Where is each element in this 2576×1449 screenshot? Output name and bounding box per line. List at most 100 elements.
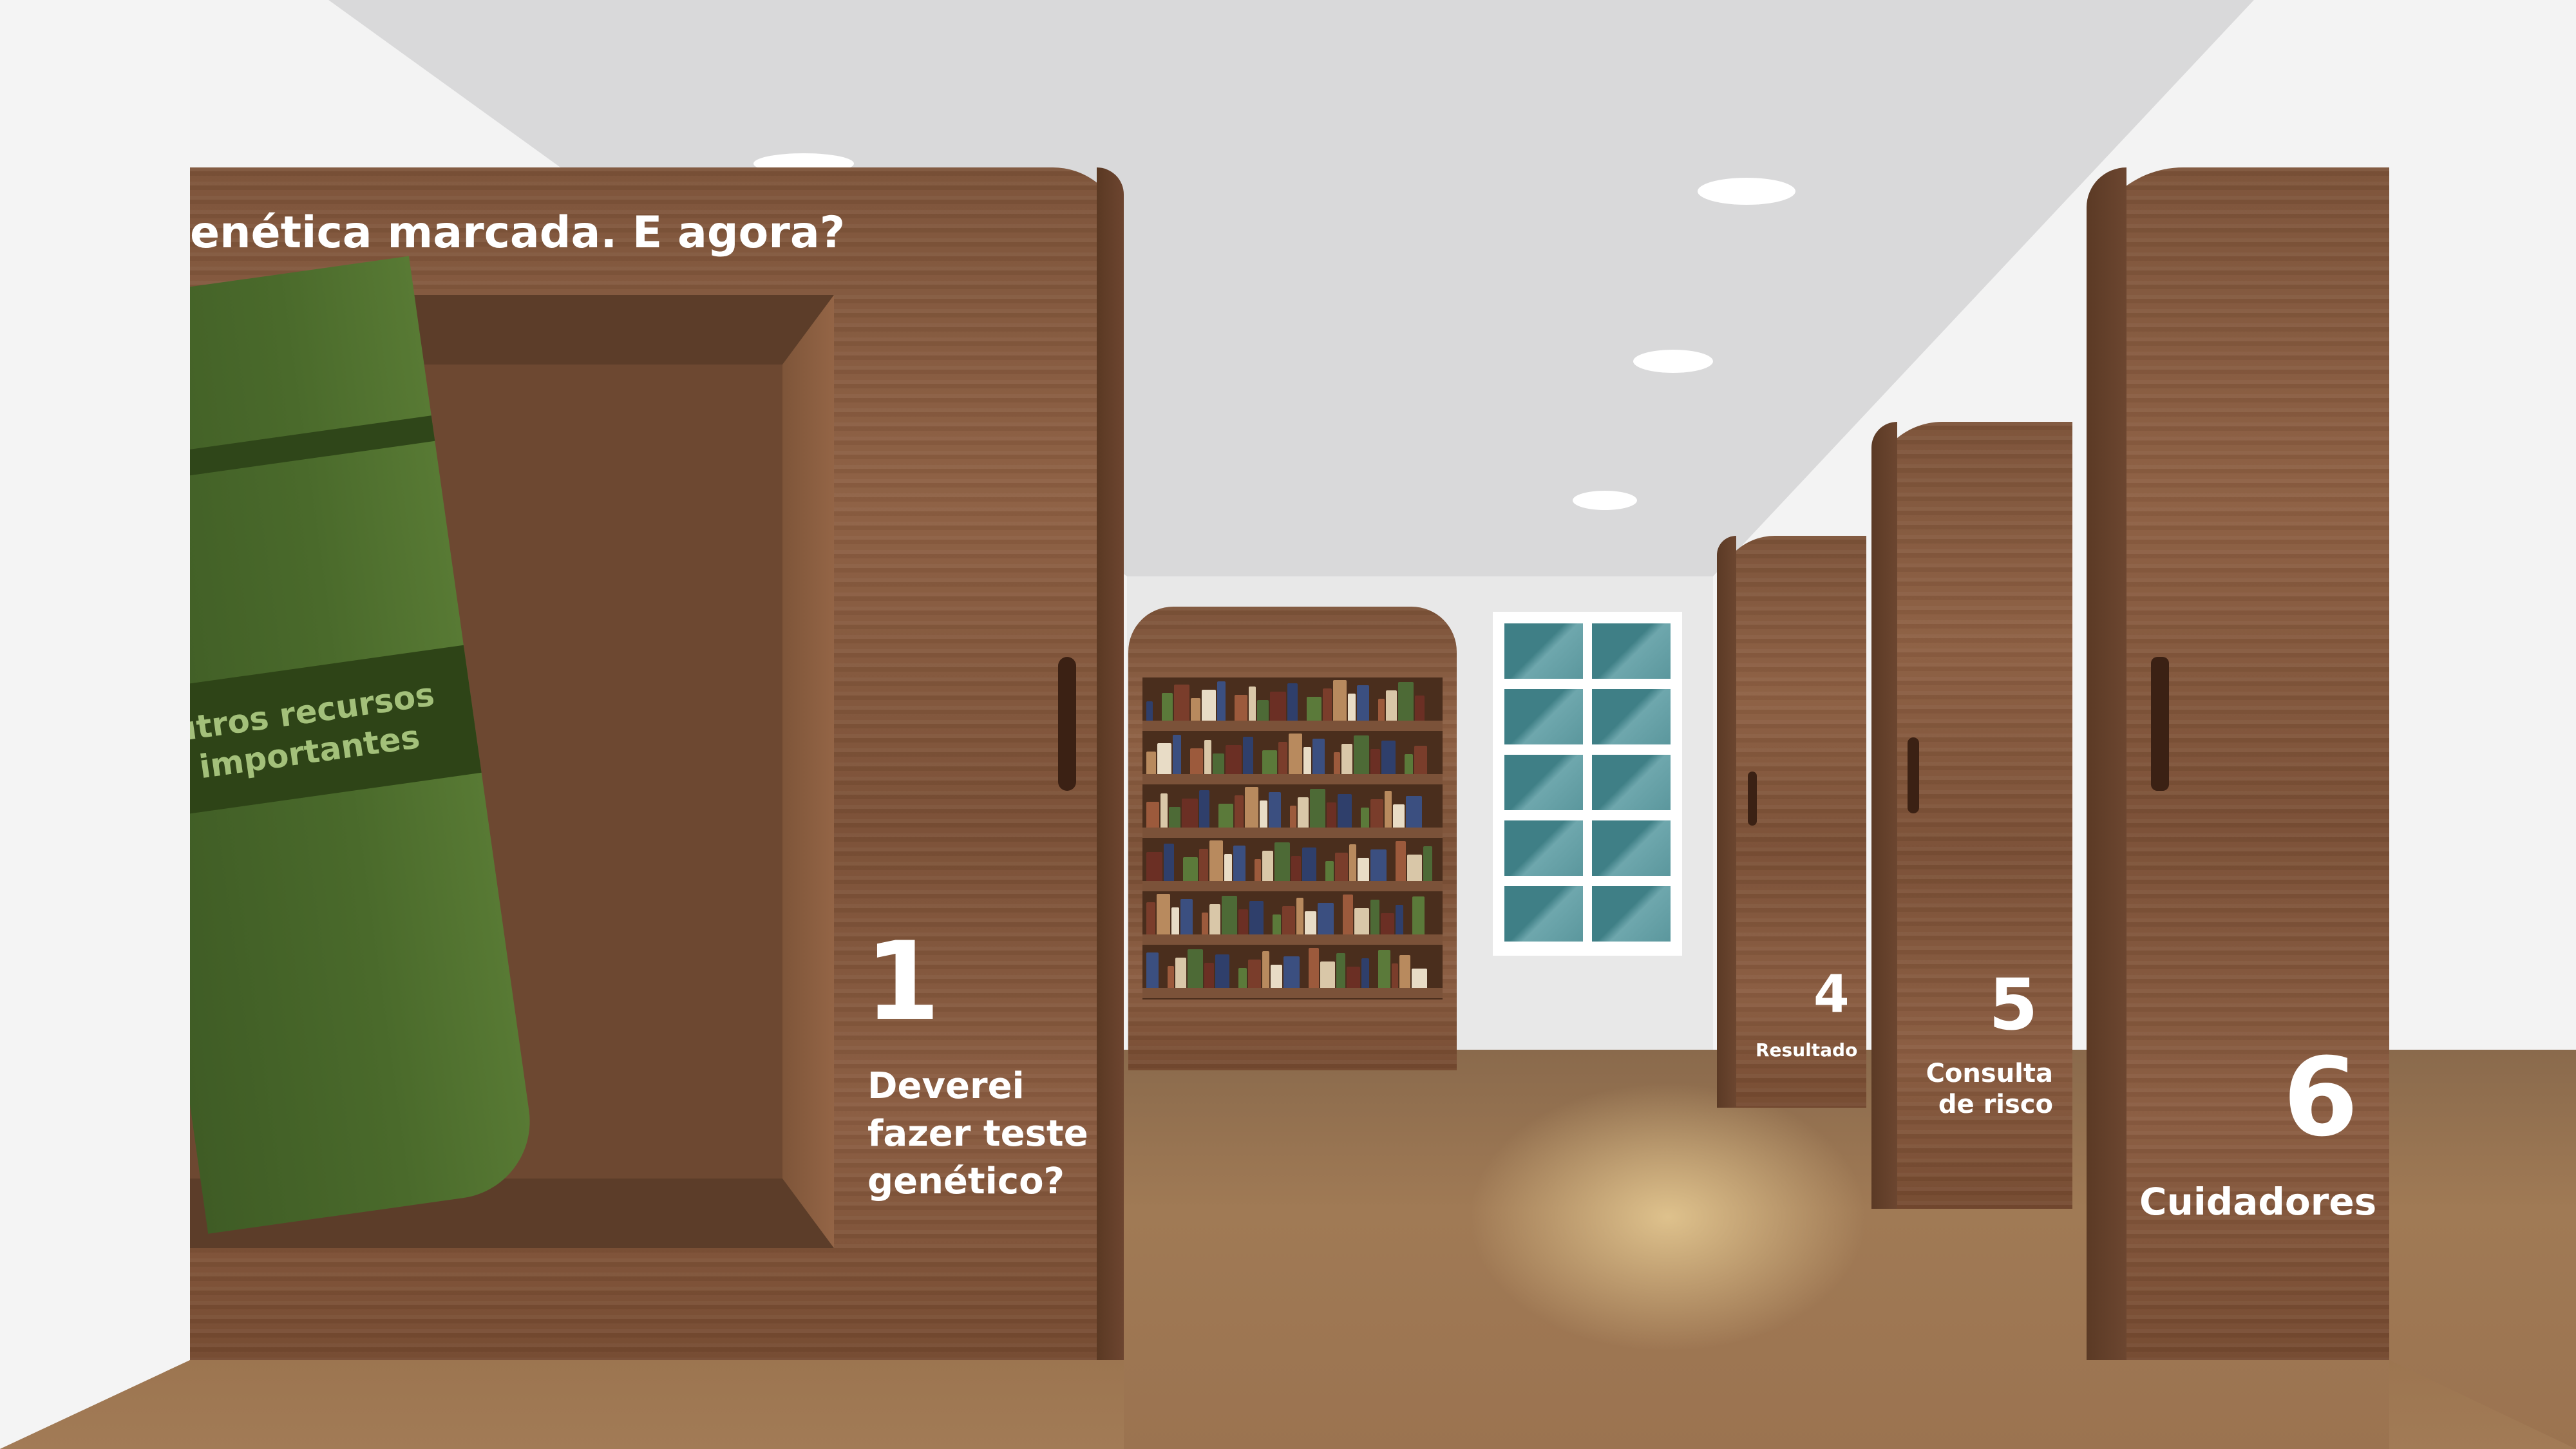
book (1146, 802, 1159, 828)
window-pane (1504, 820, 1583, 876)
book (1412, 896, 1425, 934)
book (1349, 844, 1356, 881)
window-pane (1592, 623, 1671, 679)
book (1406, 796, 1422, 828)
book (1226, 745, 1242, 774)
book (1274, 842, 1290, 881)
book (1392, 963, 1398, 988)
book (1405, 754, 1413, 774)
window-pane (1592, 755, 1671, 810)
book (1327, 802, 1336, 828)
door-handle (1748, 772, 1757, 826)
book (1381, 741, 1396, 774)
shelf-board (1142, 774, 1443, 784)
book (1175, 958, 1186, 988)
book (1312, 739, 1325, 774)
book (1348, 694, 1356, 721)
book (1318, 903, 1334, 934)
book (1249, 687, 1256, 721)
door-handle (2151, 657, 2169, 791)
book (1282, 906, 1295, 934)
book (1224, 854, 1232, 881)
book (1343, 895, 1353, 934)
book (1249, 901, 1264, 934)
book (1407, 855, 1422, 881)
book (1358, 858, 1369, 881)
door-5-number: 5 (1989, 963, 2038, 1046)
book (1146, 952, 1159, 988)
book (1291, 856, 1301, 881)
book (1325, 861, 1334, 881)
book (1283, 956, 1300, 988)
book (1162, 693, 1173, 721)
door-handle (1058, 657, 1076, 791)
book (1171, 907, 1179, 934)
book (1296, 898, 1303, 934)
book (1257, 700, 1269, 721)
book (1204, 740, 1211, 774)
book (1336, 953, 1345, 988)
window-pane (1592, 689, 1671, 744)
bookshelf-row (1142, 677, 1443, 731)
book (1202, 690, 1216, 721)
book (1334, 752, 1340, 774)
window-pane (1592, 820, 1671, 876)
book (1370, 749, 1380, 774)
book (1414, 746, 1427, 774)
book (1262, 851, 1273, 881)
bookshelf-row (1142, 891, 1443, 945)
book (1378, 699, 1385, 721)
book (1215, 954, 1229, 988)
shelf-board (1142, 934, 1443, 945)
book (1415, 696, 1425, 721)
book (1146, 701, 1153, 721)
door-6-cuidadores[interactable]: 6 Cuidadores (2087, 167, 2389, 1360)
book (1146, 852, 1162, 881)
door-5-consulta-de-risco[interactable]: 5 Consulta de risco (1871, 422, 2072, 1209)
bookshelf-row (1142, 945, 1443, 998)
book (1335, 853, 1348, 881)
book (1262, 750, 1277, 774)
bookshelf-row (1142, 731, 1443, 784)
window-pane (1504, 689, 1583, 744)
book (1173, 735, 1181, 774)
book (1190, 748, 1203, 774)
book (1393, 804, 1405, 828)
left-wall-mask (0, 0, 190, 1449)
shelf-board (1142, 881, 1443, 891)
door-1-number: 1 (865, 918, 940, 1045)
book (1302, 848, 1316, 881)
window (1493, 612, 1682, 956)
book (1174, 685, 1189, 721)
book (1262, 951, 1269, 988)
book (1270, 692, 1286, 721)
bookshelf-row (1142, 784, 1443, 838)
book (1222, 896, 1237, 934)
back-bookshelf[interactable] (1128, 607, 1457, 1070)
book (1385, 791, 1392, 828)
book (1307, 697, 1321, 721)
door-5-label: Consulta de risco (1926, 1059, 2053, 1119)
book (1238, 909, 1248, 934)
book (1399, 955, 1410, 988)
book (1209, 840, 1223, 881)
shelf-board (1142, 988, 1443, 998)
book (1199, 790, 1209, 828)
book (1341, 744, 1352, 774)
window-pane (1504, 755, 1583, 810)
door-4-number: 4 (1814, 964, 1850, 1024)
bookshelf-row (1142, 838, 1443, 891)
door-4-resultado[interactable]: 4 Resultado (1717, 536, 1866, 1108)
door-edge (2087, 167, 2126, 1360)
book (1199, 849, 1208, 881)
book (1378, 950, 1390, 988)
ceiling-light (1633, 350, 1713, 373)
book (1235, 795, 1244, 828)
book (1233, 846, 1245, 881)
book (1269, 792, 1281, 828)
book (1287, 683, 1298, 721)
book (1310, 789, 1325, 828)
book (1217, 681, 1226, 721)
book (1423, 846, 1432, 881)
book (1204, 963, 1214, 988)
